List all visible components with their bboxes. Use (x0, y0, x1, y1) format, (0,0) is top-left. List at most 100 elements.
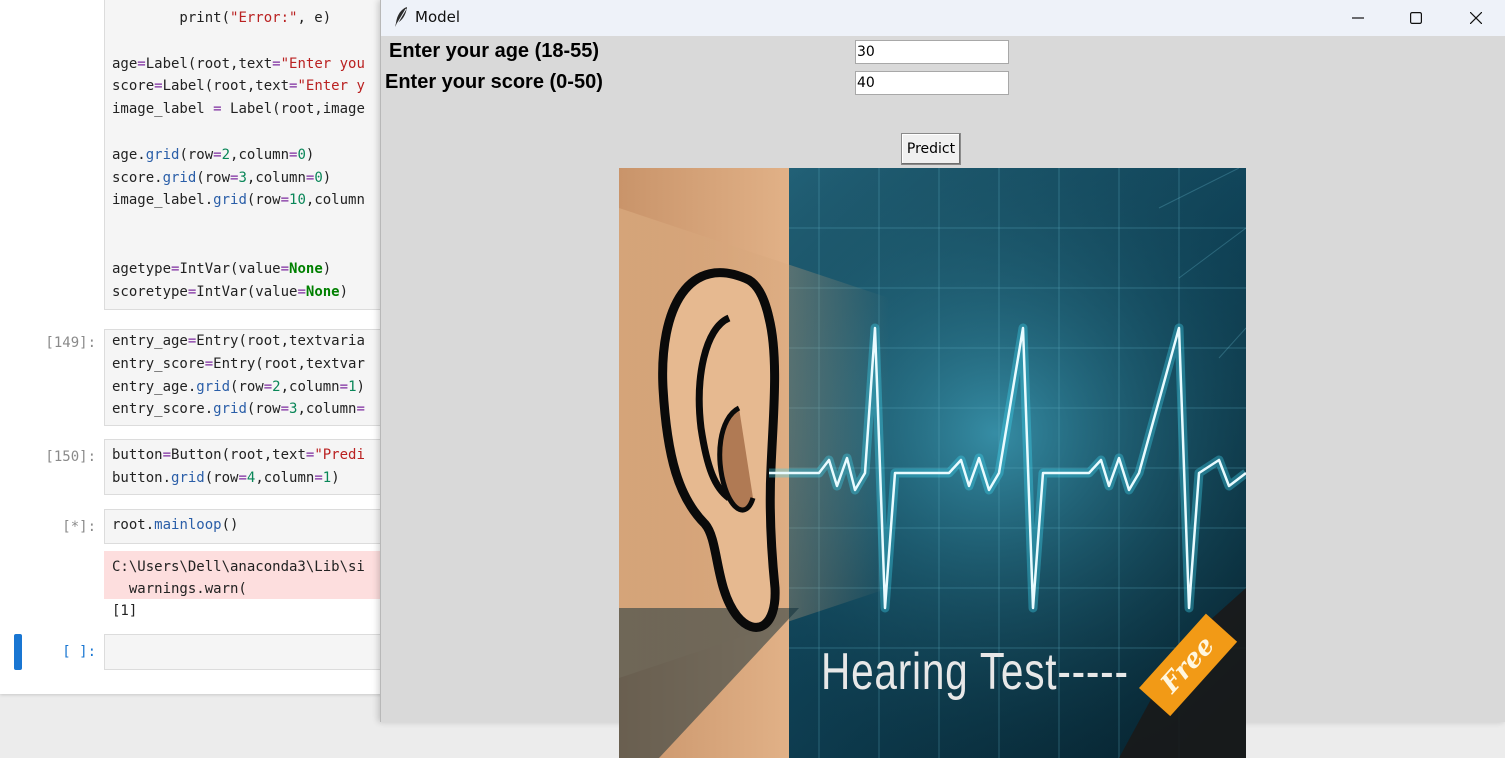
code-token: "Enter you (280, 55, 365, 72)
stderr-line: warnings.warn( (112, 581, 247, 597)
code-token: grid (213, 192, 247, 209)
code-token: = (213, 146, 222, 163)
maximize-button[interactable] (1387, 0, 1445, 36)
code-token: = (356, 401, 365, 418)
predict-button[interactable]: Predict (901, 133, 961, 165)
code-line: print("Error:", e) (112, 10, 331, 26)
code-line: root.mainloop() (112, 517, 238, 533)
feather-icon (395, 7, 407, 27)
code-token: ) (331, 469, 340, 486)
code-token: 1 (322, 469, 332, 486)
code-token: 0 (314, 169, 323, 186)
code-token: entry_age. (112, 378, 197, 395)
code-line: age=Label(root,text="Enter you (112, 56, 365, 72)
cell-prompt: [*]: (62, 519, 96, 535)
code-token: = (280, 401, 290, 418)
code-line: score.grid(row=3,column=0) (112, 170, 331, 186)
code-token: grid (162, 169, 197, 186)
age-entry[interactable] (855, 40, 1009, 64)
code-token: Label(root,text (145, 55, 273, 72)
code-token: = (263, 378, 273, 395)
code-token: Button(root,text (171, 447, 306, 463)
code-token: = (272, 55, 281, 72)
code-token: image_label (112, 101, 214, 118)
code-token: ) (356, 378, 365, 395)
maximize-icon (1410, 12, 1422, 24)
tk-window: Model Enter your age (18-55) Enter your … (380, 0, 1505, 758)
code-token: ) (305, 146, 315, 163)
code-token: () (221, 517, 239, 533)
minimize-button[interactable] (1329, 0, 1387, 36)
code-token: (row (246, 401, 281, 418)
code-token: root. (112, 517, 155, 533)
code-token: age. (112, 146, 146, 163)
code-token: ,column (255, 469, 315, 486)
code-token: (row (246, 192, 281, 209)
code-token: entry_score. (112, 401, 214, 418)
score-label: Enter your score (0-50) (385, 71, 603, 93)
code-token: Entry(root,textvaria (196, 333, 365, 349)
code-token: = (154, 78, 163, 95)
code-token: = (297, 283, 306, 300)
code-token: , e) (297, 10, 332, 26)
code-token: = (137, 55, 146, 72)
image-caption: Hearing Test----- (821, 643, 1129, 701)
code-token: ,column (297, 401, 357, 418)
code-token: score (112, 78, 155, 95)
code-token: = (162, 447, 172, 463)
code-token: score. (112, 169, 163, 186)
code-token: ,column (230, 146, 290, 163)
code-token: (row (230, 378, 264, 395)
cell-input[interactable] (104, 634, 392, 670)
code-token: mainloop (154, 517, 222, 533)
code-token: (row (196, 169, 231, 186)
code-token: grid (196, 378, 231, 395)
code-line: agetype=IntVar(value=None) (112, 261, 331, 277)
cell-prompt: [150]: (45, 449, 96, 465)
code-token: IntVar(value (196, 283, 298, 300)
code-token: "Predi (314, 447, 365, 463)
score-entry[interactable] (855, 71, 1009, 95)
code-token: ,column (305, 192, 365, 209)
code-token: ) (322, 260, 332, 277)
code-token: = (213, 101, 222, 118)
code-token: = (204, 355, 214, 372)
code-line: button=Button(root,text="Predi (112, 447, 365, 463)
code-token: None (289, 260, 323, 277)
window-title: Model (415, 8, 461, 26)
close-button[interactable] (1447, 0, 1505, 36)
code-token: image_label. (112, 192, 214, 209)
code-token: = (314, 469, 323, 486)
code-line: entry_age.grid(row=2,column=1) (112, 379, 365, 395)
code-token: 10 (289, 192, 306, 209)
code-token: = (280, 192, 290, 209)
code-token: grid (145, 146, 180, 163)
minimize-icon (1352, 17, 1364, 19)
code-line: age.grid(row=2,column=0) (112, 147, 314, 163)
code-token: 0 (297, 146, 306, 163)
code-token: ) (322, 169, 332, 186)
code-token: grid (171, 469, 205, 486)
code-token: scoretype (112, 283, 188, 300)
code-line: image_label.grid(row=10,column (112, 192, 365, 208)
code-line: image_label = Label(root,image (112, 101, 365, 117)
code-token: 3 (238, 169, 247, 186)
close-icon (1470, 12, 1482, 24)
stderr-line: C:\Users\Dell\anaconda3\Lib\si (112, 559, 365, 575)
code-token: Entry(root,textvar (213, 355, 365, 372)
code-token: 2 (272, 378, 281, 395)
code-line: entry_score.grid(row=3,column= (112, 401, 365, 417)
code-token: IntVar(value (179, 260, 281, 277)
code-token: button (112, 447, 163, 463)
code-token: ,column (246, 169, 306, 186)
code-line: entry_score=Entry(root,textvar (112, 356, 365, 372)
cell-prompt: [ ]: (62, 644, 96, 660)
code-token: Label(root,image (221, 101, 365, 118)
title-bar[interactable]: Model (381, 0, 1505, 36)
code-token: grid (213, 401, 247, 418)
code-token: ) (339, 283, 349, 300)
code-token: agetype (112, 260, 172, 277)
stderr-output: C:\Users\Dell\anaconda3\Lib\si warnings.… (104, 551, 392, 599)
code-token: button. (112, 469, 172, 486)
code-line: entry_age=Entry(root,textvaria (112, 333, 365, 349)
